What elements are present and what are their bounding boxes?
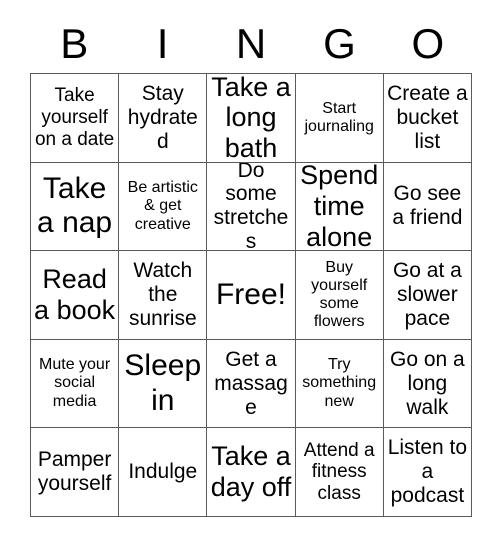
bingo-cell-label: Watch the sunrise — [128, 259, 197, 330]
bingo-cell-label: Start journaling — [304, 99, 374, 135]
header-letter-g: G — [323, 19, 356, 67]
bingo-cell-n1[interactable]: Take a long bath — [207, 74, 296, 163]
bingo-cell-label: Get a massage — [214, 347, 288, 419]
bingo-cell-b2[interactable]: Take a nap — [31, 162, 120, 252]
header-letter-o: O — [411, 19, 445, 67]
bingo-cell-g3[interactable]: Buy yourself some flowers — [295, 251, 384, 340]
bingo-cell-i2[interactable]: Be artistic & get creative — [119, 162, 208, 252]
bingo-cell-label: Attend a fitness class — [303, 439, 375, 505]
bingo-cell-g2[interactable]: Spend time alone — [295, 162, 384, 252]
bingo-cell-b4[interactable]: Mute your social media — [31, 339, 120, 429]
bingo-cell-b1[interactable]: Take yourself on a date — [31, 74, 120, 163]
bingo-cell-label: Be artistic & get creative — [127, 179, 198, 233]
bingo-cell-label: Read a book — [34, 264, 116, 325]
bingo-cell-i4[interactable]: Sleep in — [119, 339, 208, 429]
bingo-cell-g4[interactable]: Try something new — [295, 339, 384, 429]
bingo-cell-label: Spend time alone — [300, 162, 379, 252]
header-letter-b: B — [60, 19, 89, 67]
bingo-cell-label: Go see a friend — [392, 182, 463, 230]
bingo-cell-label: Take a long bath — [211, 74, 291, 163]
bingo-cell-i3[interactable]: Watch the sunrise — [119, 251, 208, 340]
bingo-cell-label: Go on a long walk — [390, 347, 465, 419]
bingo-cell-label: Indulge — [128, 460, 198, 484]
bingo-header: B I N G O — [30, 14, 472, 73]
bingo-cell-label: Take a day off — [210, 441, 292, 503]
bingo-cell-label: Sleep in — [124, 349, 202, 417]
header-letter-n: N — [235, 19, 267, 67]
bingo-cell-label: Create a bucket list — [387, 81, 468, 153]
bingo-cell-o4[interactable]: Go on a long walk — [383, 339, 472, 429]
bingo-cell-n5[interactable]: Take a day off — [207, 428, 296, 517]
bingo-card: B I N G O Take yourself on a date Stay h… — [0, 0, 500, 544]
bingo-cell-g1[interactable]: Start journaling — [295, 74, 384, 163]
bingo-grid: Take yourself on a date Stay hydrated Ta… — [30, 73, 472, 517]
bingo-cell-o3[interactable]: Go at a slower pace — [383, 251, 472, 340]
bingo-cell-b5[interactable]: Pamper yourself — [31, 428, 120, 517]
bingo-cell-label: Try something new — [302, 356, 377, 410]
bingo-cell-label: Go at a slower pace — [392, 259, 462, 330]
bingo-cell-label: Do some stretches — [213, 162, 289, 252]
bingo-cell-label: Take yourself on a date — [34, 85, 115, 150]
bingo-cell-b3[interactable]: Read a book — [31, 251, 120, 340]
bingo-cell-o2[interactable]: Go see a friend — [383, 162, 472, 252]
free-space-label: Free! — [215, 277, 286, 311]
bingo-cell-label: Mute your social media — [39, 356, 111, 410]
bingo-cell-label: Stay hydrated — [127, 81, 198, 153]
bingo-cell-free-space[interactable]: Free! — [207, 251, 296, 340]
bingo-cell-i1[interactable]: Stay hydrated — [119, 74, 208, 163]
bingo-cell-label: Listen to a podcast — [387, 436, 468, 508]
bingo-cell-g5[interactable]: Attend a fitness class — [295, 428, 384, 517]
bingo-cell-label: Pamper yourself — [37, 448, 112, 496]
bingo-cell-o1[interactable]: Create a bucket list — [383, 74, 472, 163]
bingo-cell-i5[interactable]: Indulge — [119, 428, 208, 517]
bingo-cell-o5[interactable]: Listen to a podcast — [383, 428, 472, 517]
bingo-cell-n2[interactable]: Do some stretches — [207, 162, 296, 252]
bingo-cell-label: Take a nap — [37, 172, 113, 240]
header-letter-i: I — [156, 19, 169, 67]
bingo-cell-n4[interactable]: Get a massage — [207, 339, 296, 429]
bingo-cell-label: Buy yourself some flowers — [311, 258, 368, 331]
